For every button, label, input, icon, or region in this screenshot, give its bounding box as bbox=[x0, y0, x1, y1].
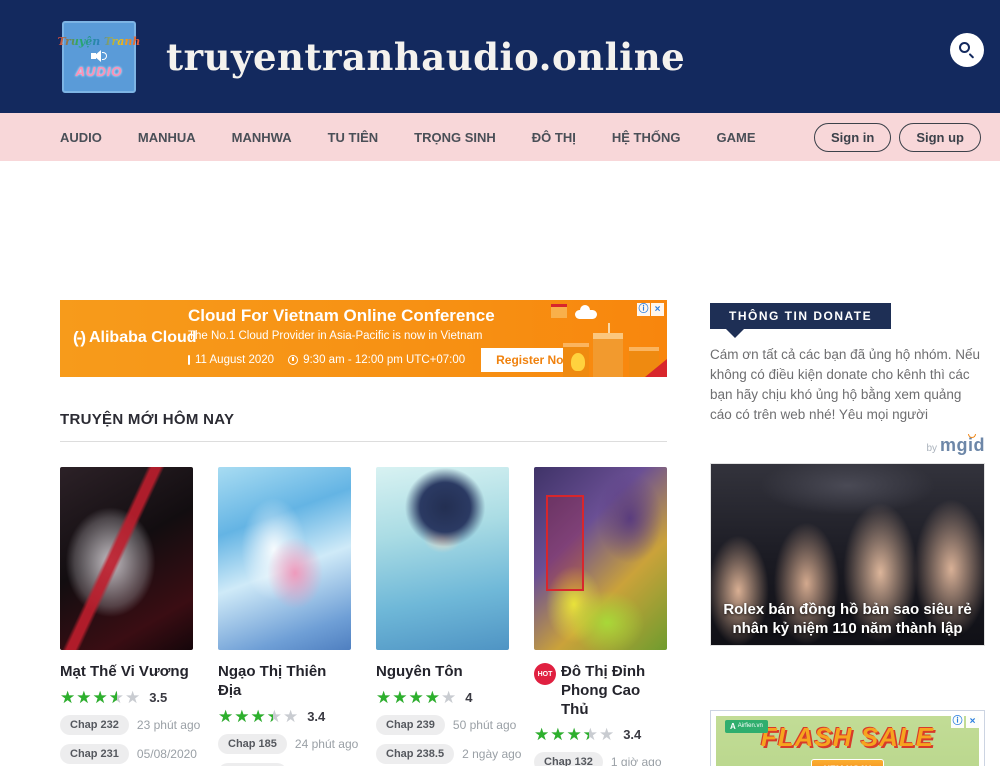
chapter-time: 23 phút ago bbox=[137, 718, 200, 732]
nav-item-manhua[interactable]: MANHUA bbox=[138, 130, 196, 145]
mgid-logo: mgid bbox=[940, 435, 985, 455]
star-rating: ★★★★★ ★★★★★ bbox=[60, 689, 141, 706]
xem-ngay-button[interactable]: XEM NGAY bbox=[811, 759, 884, 766]
sidebar: THÔNG TIN DONATE Cám ơn tất cả các bạn đ… bbox=[710, 161, 985, 766]
nav-item-tu-tien[interactable]: TU TIÊN bbox=[328, 130, 379, 145]
hot-badge: HOT bbox=[534, 663, 556, 685]
main-nav: AUDIO MANHUA MANHWA TU TIÊN TRỌNG SINH Đ… bbox=[0, 113, 1000, 161]
nav-item-do-thi[interactable]: ĐÔ THỊ bbox=[532, 130, 576, 145]
ad-close-icon[interactable]: × bbox=[651, 303, 664, 316]
comic-cover[interactable] bbox=[534, 467, 667, 650]
page-content: (-) Alibaba Cloud Cloud For Vietnam Onli… bbox=[0, 161, 1000, 766]
donate-heading: THÔNG TIN DONATE bbox=[710, 303, 891, 329]
donate-text: Cám ơn tất cả các bạn đã ủng hộ nhóm. Nế… bbox=[710, 345, 985, 425]
comic-title[interactable]: Nguyên Tôn bbox=[376, 663, 463, 682]
ad-time: 9:30 am - 12:00 pm UTC+07:00 bbox=[303, 354, 465, 366]
flash-sale-ad[interactable]: AAirfien.vn FLASH SALE XEM NGAY ⓘ × bbox=[710, 710, 985, 766]
nav-item-game[interactable]: GAME bbox=[716, 130, 755, 145]
nav-item-he-thong[interactable]: HỆ THỐNG bbox=[612, 130, 681, 145]
ad-info-icon[interactable]: ⓘ bbox=[951, 715, 964, 728]
rating-value: 3.4 bbox=[307, 709, 325, 724]
star-rating: ★★★★★ ★★★★★ bbox=[534, 726, 615, 743]
nav-item-trong-sinh[interactable]: TRỌNG SINH bbox=[414, 130, 496, 145]
star-rating: ★★★★★ ★★★★★ bbox=[376, 689, 457, 706]
comic-card: HOT Đô Thị Đỉnh Phong Cao Thủ ★★★★★ ★★★★… bbox=[534, 467, 667, 766]
comic-grid: Mạt Thế Vi Vương ★★★★★ ★★★★★ 3.5 Chap 23… bbox=[60, 467, 667, 766]
chapter-chip[interactable]: Chap 185 bbox=[218, 734, 287, 754]
chapter-time: 2 ngày ago bbox=[462, 747, 521, 761]
sign-up-button[interactable]: Sign up bbox=[899, 123, 981, 152]
sign-in-button[interactable]: Sign in bbox=[814, 123, 891, 152]
alibaba-ad-banner[interactable]: (-) Alibaba Cloud Cloud For Vietnam Onli… bbox=[60, 300, 667, 377]
chapter-chip[interactable]: Chap 239 bbox=[376, 715, 445, 735]
site-header: Truyện Tranh AUDIO truyentranhaudio.onli… bbox=[0, 0, 1000, 113]
comic-title[interactable]: Ngạo Thị Thiên Địa bbox=[218, 663, 351, 701]
native-ad-caption: Rolex bán đồng hồ bản sao siêu rẻ nhân k… bbox=[715, 601, 980, 639]
site-title[interactable]: truyentranhaudio.online bbox=[166, 35, 685, 79]
section-title-new-today: TRUYỆN MỚI HÔM NAY bbox=[60, 411, 667, 442]
comic-cover[interactable] bbox=[376, 467, 509, 650]
alibaba-logo-icon: (-) bbox=[73, 328, 84, 348]
clock-icon bbox=[288, 355, 298, 365]
comic-card: Mạt Thế Vi Vương ★★★★★ ★★★★★ 3.5 Chap 23… bbox=[60, 467, 193, 766]
comic-card: Nguyên Tôn ★★★★★ ★★★★★ 4 Chap 239 50 phú… bbox=[376, 467, 509, 766]
chapter-time: 24 phút ago bbox=[295, 737, 358, 751]
ad-info-icon[interactable]: ⓘ bbox=[637, 303, 650, 316]
ad-close-icon[interactable]: × bbox=[966, 715, 979, 728]
chapter-time: 1 giờ ago bbox=[611, 755, 662, 766]
chapter-chip[interactable]: Chap 132 bbox=[534, 752, 603, 766]
rating-value: 3.5 bbox=[149, 690, 167, 705]
search-button[interactable] bbox=[950, 33, 984, 67]
ad-brand: (-) Alibaba Cloud bbox=[73, 328, 197, 348]
chapter-chip[interactable]: Chap 238.5 bbox=[376, 744, 454, 764]
mgid-by-label: by bbox=[926, 443, 937, 454]
rating-value: 3.4 bbox=[623, 727, 641, 742]
ad-date: 11 August 2020 bbox=[195, 354, 274, 366]
comic-card: Ngạo Thị Thiên Địa ★★★★★ ★★★★★ 3.4 Chap … bbox=[218, 467, 351, 766]
ad-brand-name: Alibaba Cloud bbox=[89, 329, 197, 347]
site-logo[interactable]: Truyện Tranh AUDIO bbox=[62, 21, 136, 93]
rating-value: 4 bbox=[465, 690, 472, 705]
chapter-chip[interactable]: Chap 231 bbox=[60, 744, 129, 764]
chapter-chip[interactable]: Chap 184 bbox=[218, 763, 287, 766]
chapter-time: 05/08/2020 bbox=[137, 747, 197, 761]
search-icon bbox=[959, 42, 970, 53]
ad-subtitle: The No.1 Cloud Provider in Asia-Pacific … bbox=[188, 330, 558, 342]
comic-title[interactable]: Đô Thị Đỉnh Phong Cao Thủ bbox=[561, 663, 667, 719]
native-ad[interactable]: Rolex bán đồng hồ bản sao siêu rẻ nhân k… bbox=[710, 463, 985, 646]
logo-text-audio: AUDIO bbox=[76, 64, 123, 79]
speaker-icon bbox=[91, 50, 107, 62]
comic-title[interactable]: Mạt Thế Vi Vương bbox=[60, 663, 189, 682]
nav-item-audio[interactable]: AUDIO bbox=[60, 130, 102, 145]
star-rating: ★★★★★ ★★★★★ bbox=[218, 708, 299, 725]
nav-item-manhwa[interactable]: MANHWA bbox=[232, 130, 292, 145]
ad-title: Cloud For Vietnam Online Conference bbox=[188, 306, 558, 326]
chapter-chip[interactable]: Chap 232 bbox=[60, 715, 129, 735]
logo-text-top: Truyện Tranh bbox=[58, 35, 141, 48]
chapter-time: 50 phút ago bbox=[453, 718, 516, 732]
ad-network-badge: AAirfien.vn bbox=[725, 720, 768, 733]
mgid-attribution[interactable]: bymgid bbox=[710, 435, 985, 456]
calendar-icon bbox=[188, 355, 190, 365]
comic-cover[interactable] bbox=[218, 467, 351, 650]
comic-cover[interactable] bbox=[60, 467, 193, 650]
